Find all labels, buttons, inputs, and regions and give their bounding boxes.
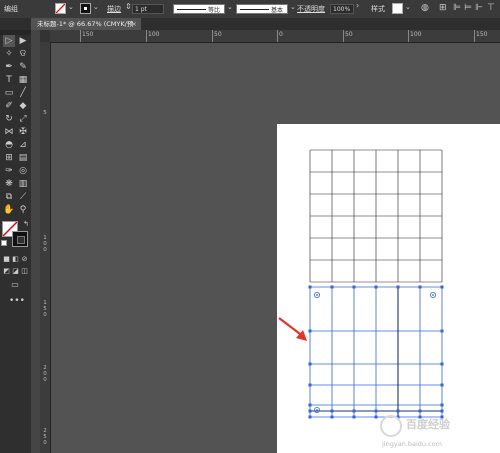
fill-swatch[interactable] xyxy=(55,3,66,14)
free-transform-tool-icon[interactable]: ✠ xyxy=(17,126,29,138)
h-ruler-label: 0 xyxy=(279,31,283,38)
symbol-sprayer-tool-icon[interactable]: ❋ xyxy=(3,178,15,190)
h-ruler-tick xyxy=(80,30,81,42)
h-ruler-tick xyxy=(408,30,409,42)
mesh-tool-icon[interactable]: ⊞ xyxy=(3,152,15,164)
selection-tool-icon[interactable]: ▷ xyxy=(3,35,15,47)
v-ruler-label: 100 xyxy=(43,235,47,253)
column-graph-tool-icon[interactable]: ▥ xyxy=(17,178,29,190)
edit-toolbar-icon[interactable]: ••• xyxy=(9,295,25,307)
variable-width-profile[interactable]: 等比 xyxy=(173,4,225,14)
artboard[interactable] xyxy=(277,124,500,453)
slice-tool-icon[interactable]: ⟋ xyxy=(17,191,29,203)
rectangle-tool-icon[interactable]: ▭ xyxy=(3,87,15,99)
v-ruler-label: 250 xyxy=(43,428,47,446)
opacity-field[interactable]: 100% xyxy=(330,4,354,14)
width-tool-icon[interactable]: ⋈ xyxy=(3,126,15,138)
selection-type-label: 编组 xyxy=(4,5,18,13)
zoom-tool-icon[interactable]: ⚲ xyxy=(17,204,29,216)
lasso-tool-icon[interactable]: ଡ xyxy=(17,48,29,60)
stroke-color-box[interactable] xyxy=(12,231,28,247)
magic-wand-tool-icon[interactable]: ✧ xyxy=(3,48,15,60)
ruler-origin[interactable] xyxy=(40,30,50,42)
recolor-artwork-icon[interactable]: ◍ xyxy=(421,3,429,13)
h-ruler-label: 50 xyxy=(345,31,353,38)
stroke-dropdown-chevron-icon[interactable]: ⌄ xyxy=(93,3,99,11)
h-ruler-label: 150 xyxy=(476,31,488,38)
blend-tool-icon[interactable]: ◎ xyxy=(17,165,29,177)
watermark-url: jingyan.baidu.com xyxy=(382,440,442,448)
paw-logo-icon xyxy=(380,415,402,437)
control-bar: 编组 ⌄ ⌄ 描边 ⇕ 1 pt 等比 ⌄ 基本 ⌄ 不透明度 100% › 样… xyxy=(0,0,500,19)
brush-chevron-icon[interactable]: ⌄ xyxy=(290,3,296,11)
align-top-icon[interactable]: ⊤ xyxy=(487,3,495,13)
color-mode-icon[interactable]: ■ xyxy=(2,253,11,265)
paintbrush-tool-icon[interactable]: ╱ xyxy=(17,87,29,99)
no-fill-icon xyxy=(56,4,65,13)
watermark-title: 百度经验 xyxy=(406,418,450,431)
h-ruler-tick xyxy=(474,30,475,42)
stroke-weight-stepper-icon[interactable]: ⇕ xyxy=(125,2,132,11)
v-ruler-label: 150 xyxy=(43,300,47,318)
hand-tool-icon[interactable]: ✋ xyxy=(3,204,15,216)
h-ruler-label: 50 xyxy=(214,31,222,38)
align-grid-icon[interactable]: ⊞ xyxy=(439,3,447,13)
brush-definition[interactable]: 基本 xyxy=(236,4,288,14)
draw-normal-icon[interactable]: ◩ xyxy=(2,265,11,277)
align-left-icon[interactable]: ⊫ xyxy=(453,3,461,13)
profile-label: 等比 xyxy=(207,7,220,14)
stroke-weight-field[interactable]: 1 pt xyxy=(132,4,164,14)
align-right-icon[interactable]: ⊩ xyxy=(475,3,483,13)
h-ruler-label: 100 xyxy=(148,31,160,38)
perspective-grid-tool-icon[interactable]: ⊿ xyxy=(17,139,29,151)
document-tab[interactable]: 未标题-1* @ 66.67% (CMYK/预览) × xyxy=(31,18,141,40)
horizontal-ruler[interactable] xyxy=(40,30,500,43)
scale-tool-icon[interactable]: ⤢ xyxy=(17,113,29,125)
type-tool-icon[interactable]: T xyxy=(3,74,15,86)
shaper-tool-icon[interactable]: ✐ xyxy=(3,100,15,112)
rotate-tool-icon[interactable]: ↻ xyxy=(3,113,15,125)
gradient-tool-icon[interactable]: ▤ xyxy=(17,152,29,164)
v-ruler-label: 5 xyxy=(43,110,47,116)
h-ruler-label: 150 xyxy=(82,31,94,38)
align-center-icon[interactable]: ⊨ xyxy=(464,3,472,13)
screen-mode-icon[interactable]: ▭ xyxy=(9,279,21,291)
eraser-tool-icon[interactable]: ◆ xyxy=(17,100,29,112)
h-ruler-tick xyxy=(146,30,147,42)
close-tab-icon[interactable]: × xyxy=(132,18,137,30)
style-chevron-icon[interactable]: ⌄ xyxy=(405,3,411,11)
stroke-weight-value: 1 pt xyxy=(135,6,147,13)
stroke-swatch[interactable] xyxy=(80,3,91,14)
profile-chevron-icon[interactable]: ⌄ xyxy=(227,3,233,11)
default-colors-icon[interactable] xyxy=(1,240,7,246)
panel-gutter xyxy=(31,30,40,453)
none-mode-icon[interactable]: ⊘ xyxy=(20,253,29,265)
h-ruler-tick xyxy=(277,30,278,42)
opacity-arrow-icon[interactable]: › xyxy=(356,1,359,10)
draw-inside-icon[interactable]: ◫ xyxy=(20,265,29,277)
brush-label: 基本 xyxy=(270,7,283,14)
style-label: 样式 xyxy=(371,5,385,13)
stroke-label[interactable]: 描边 xyxy=(107,4,121,14)
shape-builder-tool-icon[interactable]: ◓ xyxy=(3,139,15,151)
opacity-value: 100% xyxy=(333,6,351,13)
pen-tool-icon[interactable]: ✒ xyxy=(3,61,15,73)
opacity-label[interactable]: 不透明度 xyxy=(297,4,325,14)
line-segment-tool-icon[interactable]: ▦ xyxy=(17,74,29,86)
h-ruler-tick xyxy=(343,30,344,42)
h-ruler-tick xyxy=(212,30,213,42)
direct-selection-tool-icon[interactable]: ▶ xyxy=(17,35,29,47)
fill-dropdown-chevron-icon[interactable]: ⌄ xyxy=(68,3,74,11)
v-ruler-label: 200 xyxy=(43,365,47,383)
curvature-tool-icon[interactable]: ✎ xyxy=(17,61,29,73)
h-ruler-label: 100 xyxy=(410,31,422,38)
graphic-style-swatch[interactable] xyxy=(392,3,403,14)
gradient-mode-icon[interactable]: ◧ xyxy=(11,253,20,265)
draw-behind-icon[interactable]: ◪ xyxy=(11,265,20,277)
swap-fill-stroke-icon[interactable]: ↰ xyxy=(23,220,29,228)
eyedropper-tool-icon[interactable]: ✑ xyxy=(3,165,15,177)
artboard-tool-icon[interactable]: ⧉ xyxy=(3,191,15,203)
